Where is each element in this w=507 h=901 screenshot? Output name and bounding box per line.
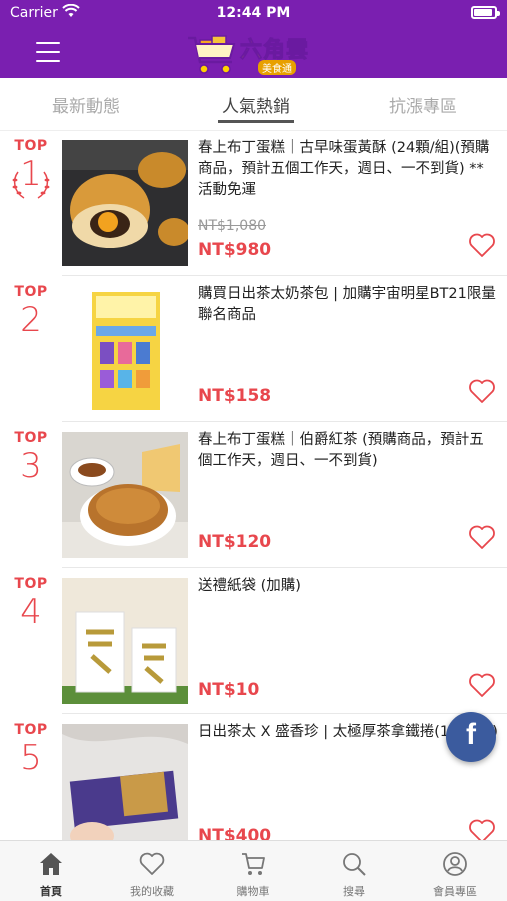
product-image[interactable] xyxy=(62,140,188,266)
favorite-heart-icon[interactable] xyxy=(468,378,496,404)
nav-home[interactable]: 首頁 xyxy=(1,841,101,901)
nav-search[interactable]: 搜尋 xyxy=(304,841,404,901)
status-bar: Carrier 12:44 PM xyxy=(0,0,507,28)
category-tabs: 最新動態 人氣熱銷 抗漲專區 xyxy=(0,78,507,131)
original-price: NT$1,080 xyxy=(198,218,267,234)
rank-number: 5 xyxy=(20,738,42,778)
rank-label: TOP xyxy=(14,138,48,154)
product-price: NT$980 xyxy=(198,240,272,260)
brand-subtitle: 美食通 xyxy=(258,60,296,75)
product-title[interactable]: 購買日出茶太奶茶包 | 加購宇宙明星BT21限量聯名商品 xyxy=(198,284,498,326)
rank-number: 4 xyxy=(20,592,42,632)
tab-latest[interactable]: 最新動態 xyxy=(16,92,156,117)
facebook-button[interactable]: f xyxy=(446,712,496,762)
cart-icon xyxy=(242,853,265,875)
rank-label: TOP xyxy=(14,576,48,592)
product-item[interactable]: TOP 1 春上布丁蛋糕｜古早味蛋黃酥 (24顆/組)(預購商品，預計五個工作天… xyxy=(0,130,507,276)
rank-badge: TOP 2 xyxy=(0,284,62,340)
clock: 12:44 PM xyxy=(216,5,291,21)
product-item[interactable]: TOP 5 日出茶太 X 盛香珍 | 太極厚茶拿鐵捲(10盒/箱) NT$400 xyxy=(0,714,507,860)
favorite-heart-icon[interactable] xyxy=(468,232,496,258)
nav-cart[interactable]: 購物車 xyxy=(203,841,303,901)
rank-badge: TOP 5 xyxy=(0,722,62,778)
facebook-icon: f xyxy=(466,718,476,751)
nav-label: 購物車 xyxy=(236,885,270,898)
product-price: NT$10 xyxy=(198,680,260,700)
rank-badge: TOP 4 xyxy=(0,576,62,632)
nav-label: 搜尋 xyxy=(343,885,365,898)
product-price: NT$120 xyxy=(198,532,272,552)
laurel-icon xyxy=(12,171,50,199)
nav-favorites[interactable]: 我的收藏 xyxy=(102,841,202,901)
rank-label: TOP xyxy=(14,722,48,738)
favorite-heart-icon[interactable] xyxy=(468,672,496,698)
tab-anti-inflation[interactable]: 抗漲專區 xyxy=(353,92,493,117)
battery-icon xyxy=(471,6,500,19)
product-item[interactable]: TOP 3 春上布丁蛋糕｜伯爵紅茶 (預購商品，預計五個工作天，週日、一不到貨)… xyxy=(0,422,507,568)
favorite-heart-icon[interactable] xyxy=(468,524,496,550)
search-icon xyxy=(343,853,366,876)
product-title[interactable]: 春上布丁蛋糕｜古早味蛋黃酥 (24顆/組)(預購商品，預計五個工作天，週日、一不… xyxy=(198,138,498,201)
rank-label: TOP xyxy=(14,284,48,300)
nav-label: 我的收藏 xyxy=(130,885,174,898)
rank-badge: TOP 3 xyxy=(0,430,62,486)
heart-icon xyxy=(139,852,165,875)
tab-popular[interactable]: 人氣熱銷 xyxy=(186,92,326,117)
nav-label: 首頁 xyxy=(40,885,62,898)
bottom-nav: 首頁 我的收藏 購物車 搜尋 會員專區 xyxy=(0,840,507,901)
product-image[interactable] xyxy=(62,724,188,850)
product-item[interactable]: TOP 4 送禮紙袋 (加購) NT$10 xyxy=(0,568,507,714)
product-title[interactable]: 送禮紙袋 (加購) xyxy=(198,576,498,597)
nav-member[interactable]: 會員專區 xyxy=(405,841,505,901)
logo-cart-icon xyxy=(188,35,236,74)
nav-label: 會員專區 xyxy=(433,885,477,898)
user-icon xyxy=(443,852,467,876)
product-item[interactable]: TOP 2 購買日出茶太奶茶包 | 加購宇宙明星BT21限量聯名商品 NT$15… xyxy=(0,276,507,422)
menu-button[interactable] xyxy=(36,42,60,62)
product-image[interactable] xyxy=(62,432,188,558)
home-icon xyxy=(40,853,62,875)
product-image[interactable] xyxy=(62,286,188,412)
rank-number: 3 xyxy=(20,446,42,486)
app-header: 六角雲 美食通 xyxy=(0,28,507,78)
product-title[interactable]: 春上布丁蛋糕｜伯爵紅茶 (預購商品，預計五個工作天，週日、一不到貨) xyxy=(198,430,498,472)
rank-number: 2 xyxy=(20,300,42,340)
rank-badge: TOP 1 xyxy=(0,138,62,199)
active-tab-indicator xyxy=(218,120,294,123)
product-image[interactable] xyxy=(62,578,188,704)
brand-logo: 六角雲 美食通 xyxy=(186,30,320,76)
product-price: NT$158 xyxy=(198,386,272,406)
rank-label: TOP xyxy=(14,430,48,446)
